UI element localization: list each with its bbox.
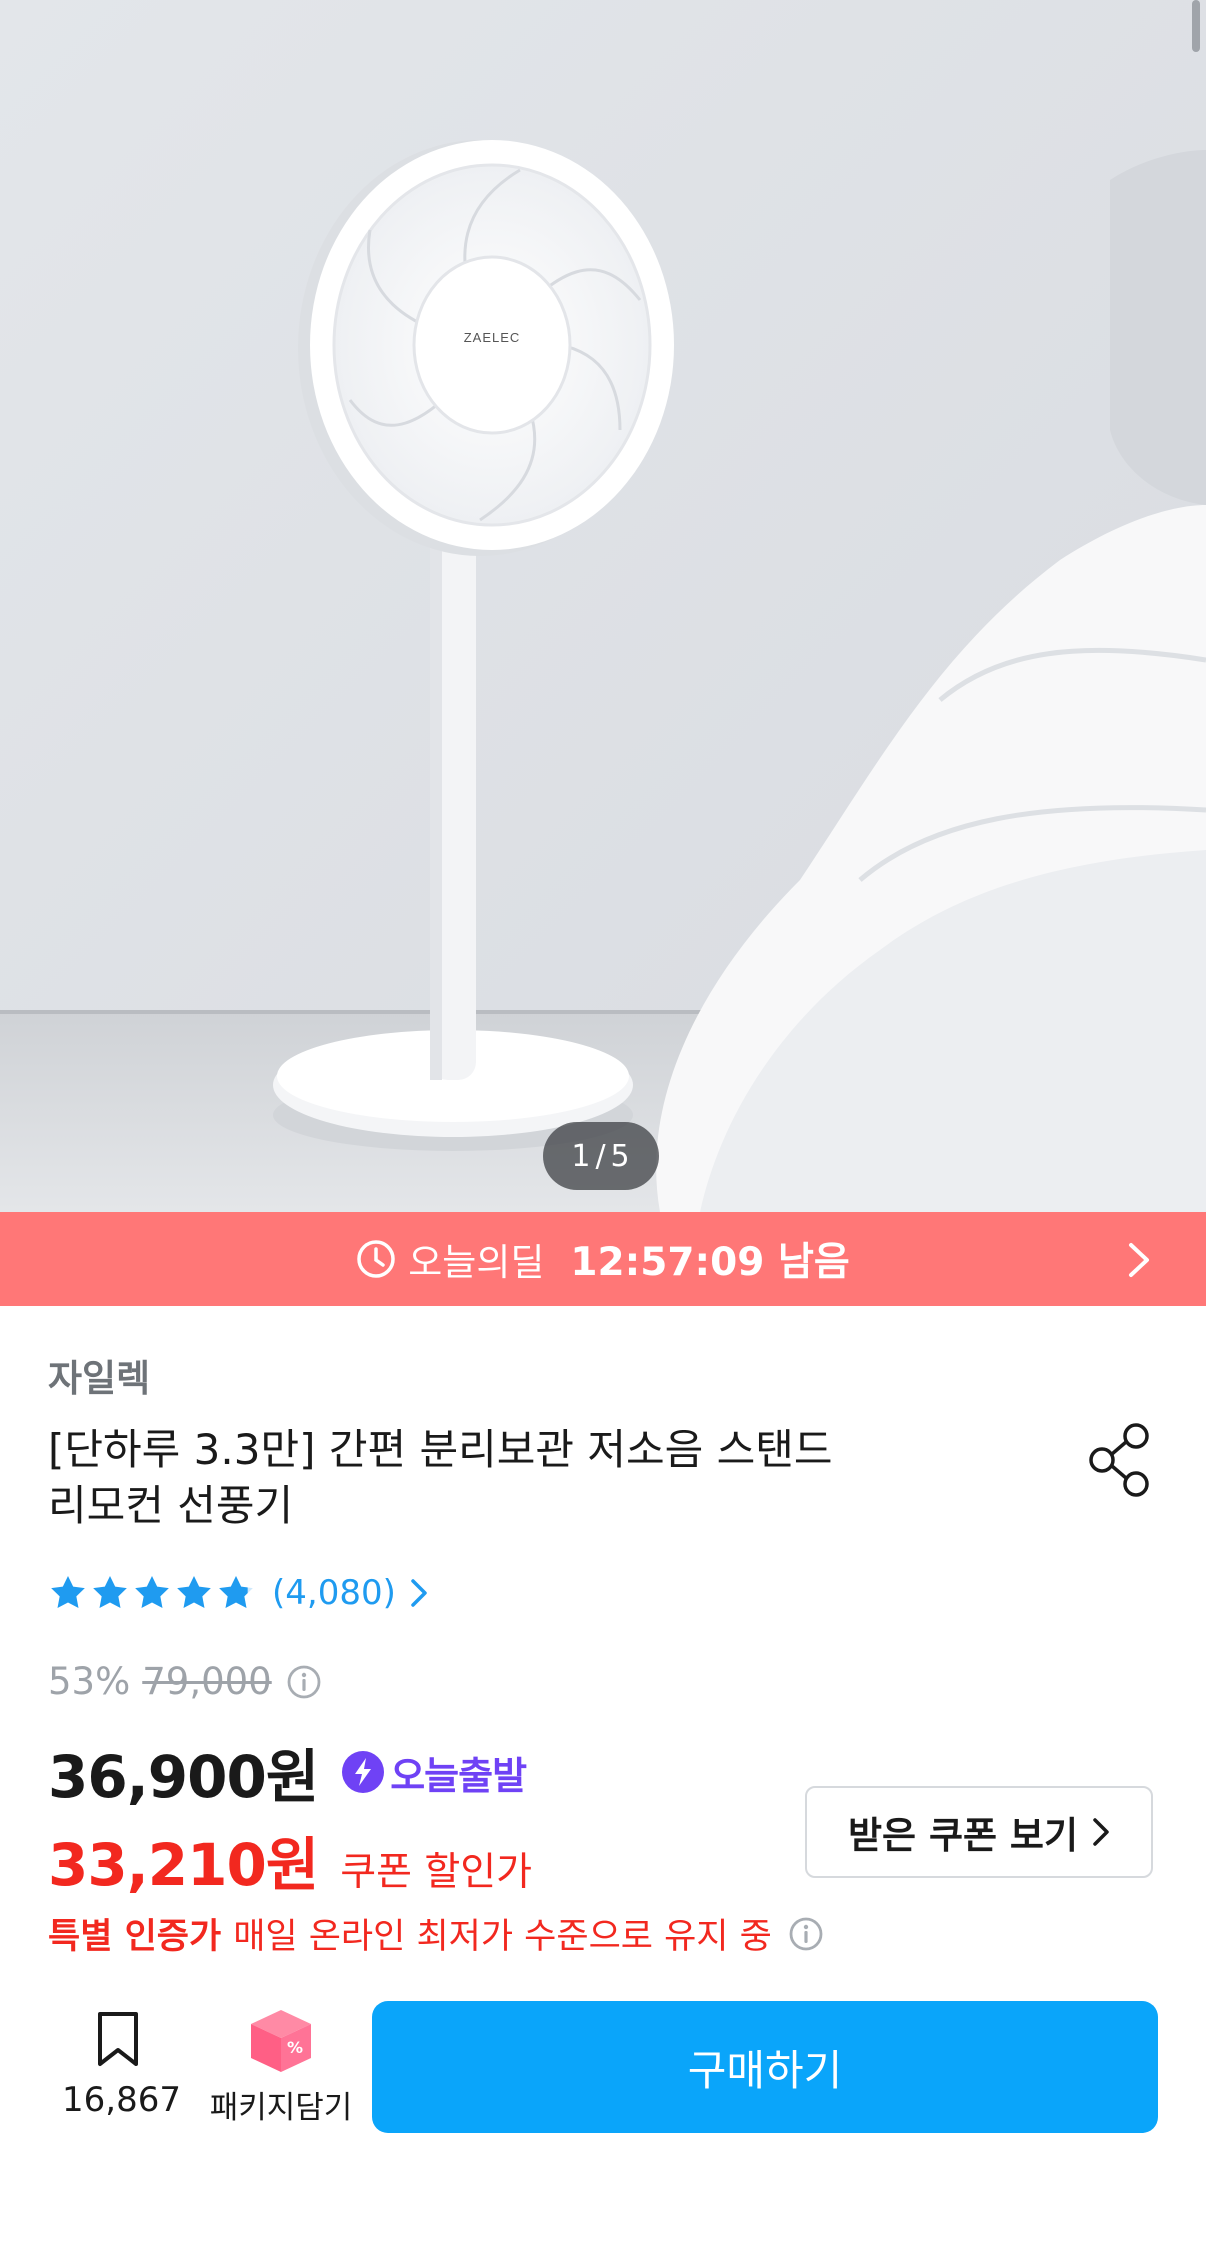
chevron-right-icon: [411, 1579, 427, 1607]
original-price-row: 53% 79,000: [48, 1660, 322, 1703]
package-label: 패키지담기: [209, 2090, 353, 2126]
deal-label: 오늘의딜: [408, 1241, 545, 1284]
star-icon: [93, 1576, 127, 1608]
coupon-price-row: 33,210원 쿠폰 할인가: [48, 1818, 532, 1902]
fan-logo-text: ZAELEC: [464, 330, 521, 345]
original-price: 79,000: [142, 1660, 272, 1703]
gallery-total: 5: [610, 1138, 631, 1174]
view-coupons-label: 받은 쿠폰 보기: [847, 1814, 1078, 1857]
bookmark-icon: [98, 2012, 138, 2066]
chevron-right-icon: [1093, 1818, 1109, 1846]
view-coupons-button[interactable]: 받은 쿠폰 보기: [805, 1786, 1153, 1878]
lightning-icon: [342, 1751, 385, 1793]
star-icon: [135, 1576, 169, 1608]
buy-button[interactable]: 구매하기: [372, 2001, 1158, 2133]
discount-rate: 53%: [48, 1660, 131, 1703]
product-title: [단하루 3.3만] 간편 분리보관 저소음 스탠드 리모컨 선풍기: [48, 1422, 988, 1534]
rating-row[interactable]: (4,080): [48, 1573, 428, 1613]
product-photo: ZAELEC: [0, 0, 1206, 1212]
info-icon[interactable]: [286, 1664, 322, 1700]
product-image-gallery[interactable]: ZAELEC 1 / 5: [0, 0, 1206, 1212]
star-icon: [51, 1576, 85, 1608]
star-half-icon: [219, 1576, 253, 1608]
bookmark-count: 16,867: [62, 2080, 181, 2120]
sale-price: 36,900원: [48, 1743, 319, 1811]
special-price-label: 특별 인증가: [48, 1917, 222, 1957]
svg-text:%: %: [287, 2038, 303, 2057]
special-price-text: 매일 온라인 최저가 수준으로 유지 중: [233, 1917, 772, 1957]
chevron-right-icon: [1129, 1243, 1149, 1277]
price-row: 36,900원 오늘출발: [48, 1730, 527, 1814]
package-add-button[interactable]: % 패키지담기: [206, 2006, 356, 2127]
gallery-page-indicator: 1 / 5: [543, 1122, 659, 1190]
package-box-icon: %: [251, 2010, 311, 2072]
today-departure-badge: 오늘출발: [340, 1745, 527, 1800]
product-title-line2: 리모컨 선풍기: [48, 1481, 294, 1530]
today-badge-label: 오늘출발: [390, 1753, 527, 1798]
review-count[interactable]: (4,080): [272, 1573, 396, 1613]
gallery-separator: /: [595, 1138, 607, 1174]
star-rating: [48, 1573, 258, 1613]
gallery-current: 1: [571, 1138, 592, 1174]
coupon-price: 33,210원: [48, 1831, 319, 1899]
product-title-line1: [단하루 3.3만] 간편 분리보관 저소음 스탠드: [48, 1425, 833, 1474]
coupon-price-label: 쿠폰 할인가: [340, 1850, 532, 1895]
clock-icon: [357, 1240, 395, 1278]
info-icon[interactable]: [788, 1916, 824, 1952]
brand-name[interactable]: 자일렉: [48, 1348, 150, 1402]
deal-timer: 12:57:09 남음: [570, 1240, 850, 1285]
star-icon: [177, 1576, 211, 1608]
scrollbar-thumb[interactable]: [1192, 0, 1200, 52]
share-icon[interactable]: [1088, 1422, 1152, 1498]
bookmark-button[interactable]: 16,867: [62, 2010, 181, 2120]
todays-deal-banner[interactable]: 오늘의딜 12:57:09 남음: [0, 1212, 1206, 1306]
special-certified-price-row: 특별 인증가 매일 온라인 최저가 수준으로 유지 중: [48, 1908, 824, 1959]
